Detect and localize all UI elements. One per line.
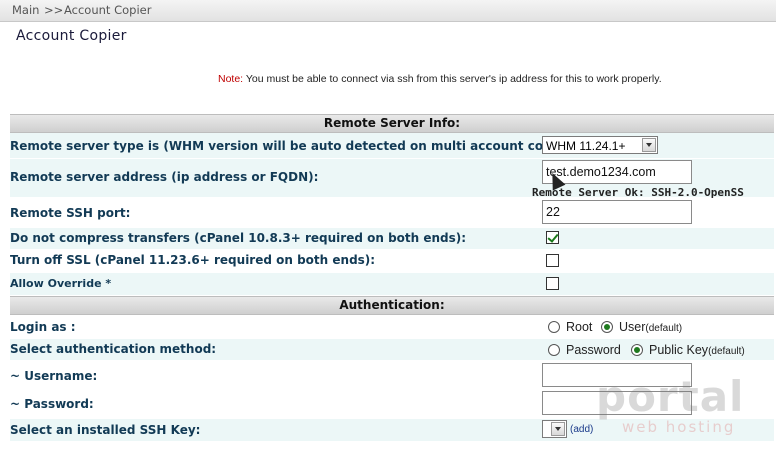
row-override: Allow Override * [10, 273, 774, 295]
row-compress: Do not compress transfers (cPanel 10.8.3… [10, 228, 774, 249]
override-label: Allow Override * [10, 277, 112, 290]
login-as-label: Login as : [10, 320, 76, 334]
method-pubkey-default: (default) [708, 346, 745, 357]
server-address-input[interactable]: test.demo1234.com [542, 160, 692, 184]
note-label: Note: [218, 73, 244, 85]
breadcrumb-current: Account Copier [64, 3, 152, 17]
breadcrumb-main-link[interactable]: Main [12, 0, 39, 20]
ssl-checkbox[interactable] [546, 254, 559, 267]
breadcrumb: Main >> Account Copier [0, 0, 776, 22]
method-pubkey-label: Public Key [649, 343, 709, 357]
login-user-label: User [619, 320, 646, 334]
ssl-label: Turn off SSL (cPanel 11.23.6+ required o… [10, 253, 376, 267]
login-user-option: User(default) [619, 320, 682, 334]
method-pubkey-option: Public Key(default) [649, 343, 745, 357]
row-ssh-key: Select an installed SSH Key: [10, 419, 774, 441]
override-checkbox[interactable] [546, 277, 559, 290]
auth-method-label: Select authentication method: [10, 342, 217, 356]
chevron-down-icon [642, 138, 656, 152]
server-type-label: Remote server type is (WHM version will … [10, 139, 582, 153]
compress-checkbox[interactable] [546, 231, 559, 244]
password-label: ~ Password: [10, 397, 94, 411]
login-root-label: Root [566, 320, 593, 334]
password-input[interactable] [542, 391, 692, 415]
compress-label: Do not compress transfers (cPanel 10.8.3… [10, 231, 467, 245]
username-input[interactable] [542, 363, 692, 387]
chevron-down-icon [551, 422, 565, 436]
login-user-default: (default) [645, 323, 683, 334]
server-type-value: WHM 11.24.1+ [546, 139, 626, 153]
ssh-key-label: Select an installed SSH Key: [10, 423, 201, 437]
method-password-radio[interactable] [548, 344, 560, 356]
row-ssl: Turn off SSL (cPanel 11.23.6+ required o… [10, 250, 774, 272]
login-root-radio[interactable] [548, 321, 560, 333]
method-pubkey-radio[interactable] [631, 344, 643, 356]
method-password-label: Password [566, 343, 621, 357]
server-status-message: Remote Server Ok: SSH-2.0-OpenSS [532, 186, 744, 199]
row-next [10, 442, 774, 450]
section-authentication: Authentication: [10, 296, 774, 315]
ssh-port-label: Remote SSH port: [10, 206, 131, 220]
ssh-key-select[interactable] [542, 420, 567, 438]
server-type-select[interactable]: WHM 11.24.1+ [542, 136, 658, 154]
page-title: Account Copier [16, 28, 127, 44]
note: Note: You must be able to connect via ss… [218, 73, 662, 85]
row-server-type: Remote server type is (WHM version will … [10, 133, 774, 158]
section-remote-server-info: Remote Server Info: [10, 114, 774, 133]
login-user-radio[interactable] [601, 321, 613, 333]
server-address-label: Remote server address (ip address or FQD… [10, 170, 319, 184]
note-text: You must be able to connect via ssh from… [245, 73, 662, 85]
breadcrumb-separator: >> [44, 3, 64, 17]
username-label: ~ Username: [10, 369, 98, 383]
add-ssh-key-link[interactable]: (add) [570, 424, 593, 435]
ssh-port-input[interactable]: 22 [542, 200, 692, 224]
